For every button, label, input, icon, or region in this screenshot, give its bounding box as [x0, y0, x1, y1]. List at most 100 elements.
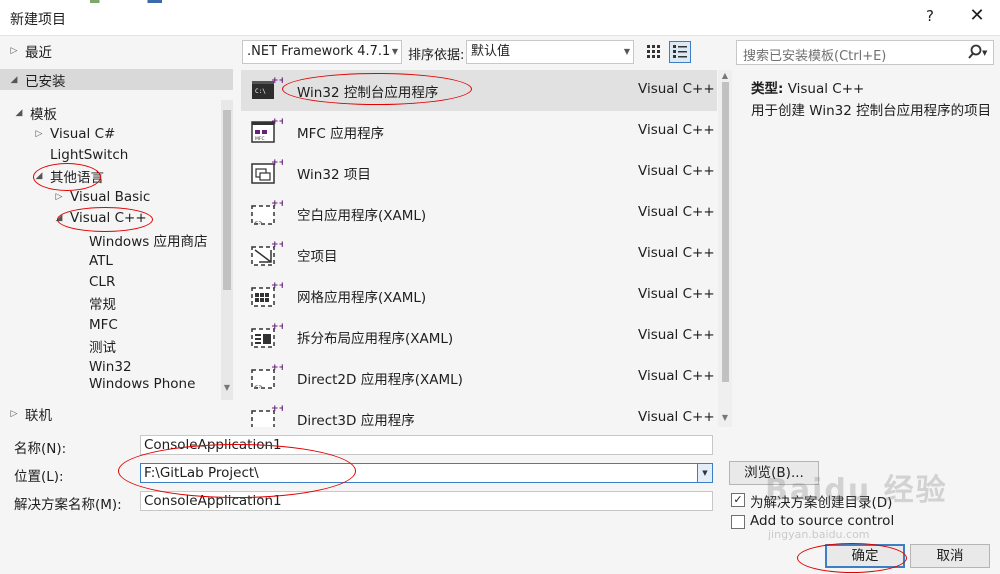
template-item-mfc[interactable]: MFC ++ MFC 应用程序 Visual C++ [241, 111, 717, 152]
template-toolbar: .NET Framework 4.7.1 ▼ 排序依据: 默认值 ▼ [242, 40, 730, 66]
collapse-arrow-icon[interactable]: ◢ [52, 213, 66, 223]
template-details: 类型: Visual C++ 用于创建 Win32 控制台应用程序的项目 [751, 77, 991, 119]
background-window-fragment [90, 0, 210, 3]
scroll-up-icon[interactable]: ▲ [718, 71, 732, 80]
tree-item-visual-basic[interactable]: ▷ Visual Basic [0, 186, 218, 207]
template-item-direct3d[interactable]: ++ Direct3D 应用程序 Visual C++ [241, 398, 717, 427]
direct3d-icon: ++ [251, 404, 283, 427]
template-list-scrollbar[interactable]: ▲ ▼ [718, 70, 732, 427]
solution-name-label: 解决方案名称(M): [14, 497, 122, 513]
expand-arrow-icon[interactable]: ▷ [7, 46, 21, 56]
direct2d-icon: <> ++ [251, 363, 283, 390]
tree-item-cpp-child[interactable]: Windows 应用商店 [0, 229, 218, 250]
help-button[interactable]: ? [920, 7, 940, 25]
list-view-button[interactable] [669, 41, 691, 63]
svg-text:++: ++ [271, 117, 283, 127]
expand-arrow-icon[interactable]: ▷ [32, 129, 46, 139]
grid-view-icon [647, 45, 660, 58]
category-tree: ▷ 最近 ◢ 已安装 ◢ 模板 ▷ Visual C# LightSwitch … [0, 37, 233, 400]
template-item-split-app[interactable]: ++ 拆分布局应用程序(XAML) Visual C++ [241, 316, 717, 357]
project-name-input[interactable]: ConsoleApplication1 [140, 435, 713, 455]
template-item-win32-console[interactable]: C:\ ++ Win32 控制台应用程序 Visual C++ [241, 70, 717, 111]
type-value: Visual C++ [787, 81, 865, 97]
sort-select[interactable]: 默认值 ▼ [466, 40, 634, 64]
scrollbar-thumb[interactable] [722, 82, 729, 382]
tree-item-cpp-child[interactable]: CLR [0, 271, 218, 292]
svg-text:++: ++ [271, 76, 283, 86]
chevron-down-icon: ▼ [391, 47, 398, 56]
scroll-down-icon[interactable]: ▼ [221, 383, 233, 392]
expand-arrow-icon[interactable]: ▷ [52, 192, 66, 202]
create-directory-checkbox[interactable]: ✓ [731, 493, 745, 507]
svg-text:▼: ▼ [982, 49, 988, 57]
tree-item-cpp-child[interactable]: MFC [0, 314, 218, 335]
watermark-logo: Baidu 经验 [765, 473, 948, 508]
tree-item-cpp-child[interactable]: 测试 [0, 335, 218, 356]
location-label: 位置(L): [14, 469, 64, 485]
tree-item-installed[interactable]: ◢ 已安装 [0, 69, 233, 90]
type-label: 类型: [751, 81, 784, 97]
template-item-direct2d[interactable]: <> ++ Direct2D 应用程序(XAML) Visual C++ [241, 357, 717, 398]
tree-item-visual-csharp[interactable]: ▷ Visual C# [0, 123, 218, 144]
template-item-grid-app[interactable]: ++ 网格应用程序(XAML) Visual C++ [241, 275, 717, 316]
template-item-blank-app[interactable]: <> ++ 空白应用程序(XAML) Visual C++ [241, 193, 717, 234]
tree-item-cpp-child[interactable]: Windows Phone [0, 377, 218, 389]
framework-select[interactable]: .NET Framework 4.7.1 ▼ [242, 40, 402, 64]
tree-scrollbar[interactable]: ▼ [221, 100, 233, 400]
grid-app-icon: ++ [251, 281, 283, 307]
svg-text:++: ++ [271, 322, 283, 332]
chevron-down-icon[interactable]: ▼ [697, 464, 712, 482]
tree-item-cpp-child[interactable]: Win32 [0, 356, 218, 377]
svg-text:++: ++ [271, 199, 283, 209]
ok-button[interactable]: 确定 [825, 544, 905, 568]
list-view-icon [673, 45, 687, 58]
small-icons-view-button[interactable] [643, 41, 665, 63]
tree-item-visual-cpp[interactable]: ◢ Visual C++ [0, 207, 218, 228]
svg-text:++: ++ [271, 240, 283, 250]
svg-text:++: ++ [271, 158, 283, 168]
search-placeholder: 搜索已安装模板(Ctrl+E) [743, 49, 887, 64]
svg-text:<>: <> [254, 220, 262, 226]
console-icon: C:\ ++ [252, 76, 283, 99]
expand-arrow-icon[interactable]: ▷ [7, 409, 21, 419]
empty-project-icon: ++ [251, 240, 283, 266]
svg-text:MFC: MFC [255, 136, 265, 142]
scrollbar-thumb[interactable] [223, 110, 231, 290]
blank-app-icon: <> ++ [251, 199, 283, 226]
collapse-arrow-icon[interactable]: ◢ [7, 75, 21, 85]
tree-item-cpp-child[interactable]: ATL [0, 250, 218, 271]
template-item-win32-project[interactable]: ++ Win32 项目 Visual C++ [241, 152, 717, 193]
svg-text:++: ++ [271, 404, 283, 414]
template-list: C:\ ++ Win32 控制台应用程序 Visual C++ MFC ++ M… [241, 70, 717, 427]
tree-item-cpp-child[interactable]: 常规 [0, 292, 218, 313]
tree-item-templates[interactable]: ◢ 模板 [0, 102, 218, 123]
sort-label: 排序依据: [408, 48, 465, 63]
search-icon[interactable]: ▼ [967, 44, 989, 64]
svg-text:C:\: C:\ [255, 88, 266, 95]
svg-text:<>: <> [254, 384, 262, 390]
solution-name-input[interactable]: ConsoleApplication1 [140, 491, 713, 511]
tree-item-recent[interactable]: ▷ 最近 [0, 40, 218, 61]
template-search-box[interactable]: 搜索已安装模板(Ctrl+E) ▼ [736, 40, 994, 65]
tree-item-other-languages[interactable]: ◢ 其他语言 [0, 165, 218, 186]
win32-icon: ++ [251, 158, 283, 184]
close-button[interactable]: ✕ [966, 5, 988, 26]
collapse-arrow-icon[interactable]: ◢ [32, 171, 46, 181]
template-description: 用于创建 Win32 控制台应用程序的项目 [751, 103, 992, 119]
tree-item-online[interactable]: ▷ 联机 [0, 404, 233, 424]
name-label: 名称(N): [14, 441, 67, 457]
tree-item-lightswitch[interactable]: LightSwitch [0, 144, 218, 165]
collapse-arrow-icon[interactable]: ◢ [12, 108, 26, 118]
watermark-url: jingyan.baidu.com [768, 528, 870, 541]
location-input[interactable]: F:\GitLab Project\ ▼ [140, 463, 713, 483]
add-source-control-checkbox[interactable] [731, 515, 745, 529]
cancel-button[interactable]: 取消 [910, 544, 990, 568]
scroll-down-icon[interactable]: ▼ [718, 413, 732, 422]
mfc-icon: MFC ++ [251, 117, 283, 143]
chevron-down-icon: ▼ [623, 47, 630, 56]
split-app-icon: ++ [251, 322, 283, 348]
template-item-empty-project[interactable]: ++ 空项目 Visual C++ [241, 234, 717, 275]
svg-text:++: ++ [271, 363, 283, 373]
title-bar: 新建项目 ? ✕ [0, 0, 1000, 36]
add-source-control-label: Add to source control [750, 513, 895, 529]
